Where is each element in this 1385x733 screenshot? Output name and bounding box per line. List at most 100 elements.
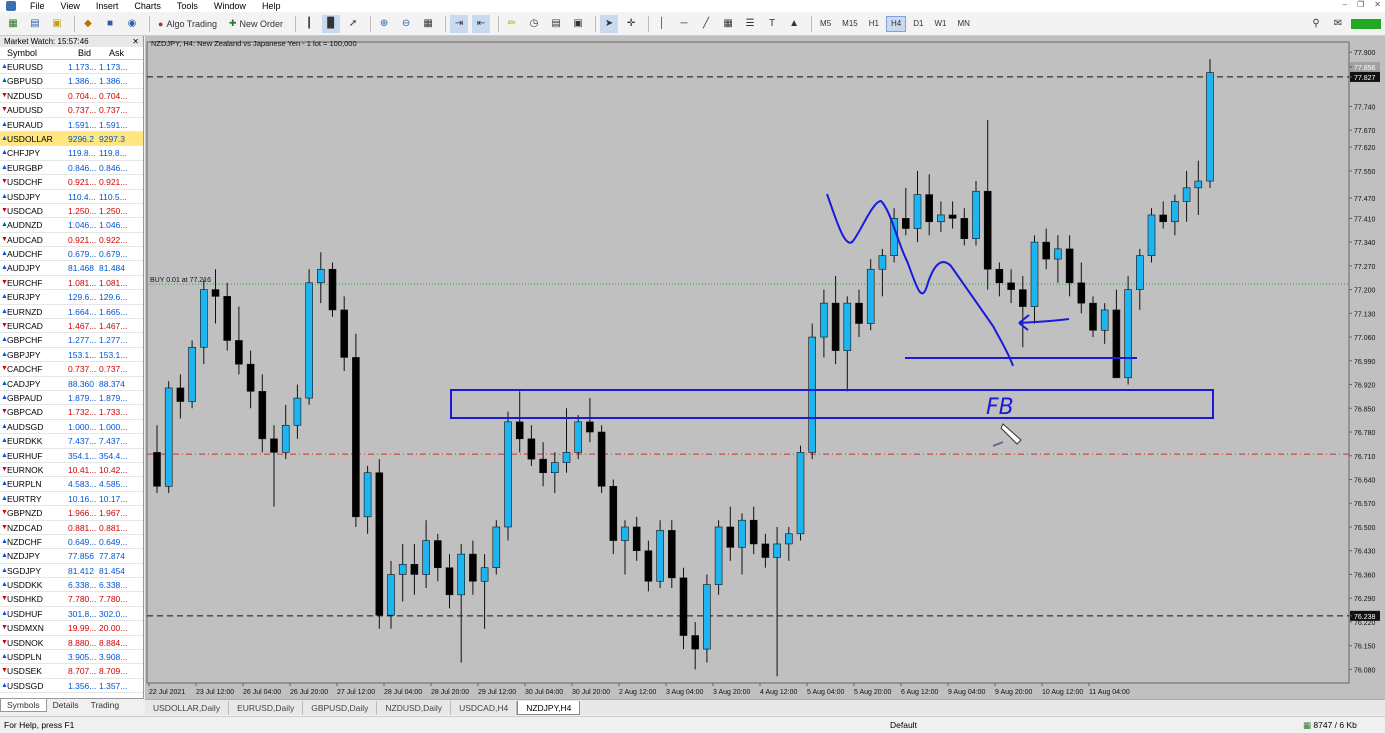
market-watch-row[interactable]: ▼ NZDCAD 0.881... 0.881... (0, 521, 143, 535)
restore-icon[interactable]: ❐ (1357, 0, 1364, 9)
market-watch-row[interactable]: ▲ GBPAUD 1.879... 1.879... (0, 391, 143, 406)
bar-chart-icon[interactable]: ┃ (300, 15, 318, 33)
tab-usdcad-h4[interactable]: USDCAD,H4 (451, 701, 518, 715)
market-watch-row[interactable]: ▲ EURPLN 4.583... 4.585... (0, 477, 143, 492)
templates-icon[interactable]: ▤ (547, 15, 565, 33)
market-watch-row[interactable]: ▲ GBPJPY 153.1... 153.1... (0, 348, 143, 363)
algo-trading-button[interactable]: ● Algo Trading (154, 15, 221, 33)
market-watch-row[interactable]: ▼ EURNOK 10.41... 10.42... (0, 463, 143, 478)
tab-gbpusd-daily[interactable]: GBPUSD,Daily (303, 701, 378, 715)
menu-help[interactable]: Help (254, 0, 289, 12)
market-watch-row[interactable]: ▲ USDDKK 6.338... 6.338... (0, 578, 143, 593)
menu-window[interactable]: Window (206, 0, 254, 12)
candlestick-icon[interactable]: ▉ (322, 14, 341, 33)
market-watch-row[interactable]: ▲ USDJPY 110.4... 110.5... (0, 190, 143, 204)
market-watch-row[interactable]: ▲ GBPUSD 1.386... 1.386... (0, 74, 143, 89)
timeframe-h1[interactable]: H1 (865, 16, 883, 32)
market-watch-row[interactable]: ▲ EURDKK 7.437... 7.437... (0, 434, 143, 449)
search-icon[interactable]: ⚲ (1307, 15, 1325, 33)
menu-view[interactable]: View (53, 0, 88, 12)
zoom-out-icon[interactable]: ⊖ (397, 15, 415, 33)
market-watch-row[interactable]: ▲ GBPCHF 1.277... 1.277... (0, 333, 143, 348)
tab-trading[interactable]: Trading (85, 699, 126, 712)
market-watch-row[interactable]: ▲ EURUSD 1.173... 1.173... (0, 60, 143, 75)
new-chart-icon[interactable]: ▦ (4, 15, 22, 33)
market-watch-row[interactable]: ▼ GBPCAD 1.732... 1.733... (0, 405, 143, 420)
market-watch-row[interactable]: ▲ NZDJPY 77.856 77.874 (0, 549, 143, 564)
market-watch-row[interactable]: ▼ GBPNZD 1.966... 1.967... (0, 506, 143, 521)
menu-insert[interactable]: Insert (88, 0, 127, 12)
market-watch-row[interactable]: ▼ CADCHF 0.737... 0.737... (0, 362, 143, 377)
fibonacci-icon[interactable]: ☰ (741, 15, 759, 33)
market-watch-row[interactable]: ▲ USDSGD 1.356... 1.357... (0, 679, 143, 694)
line-chart-icon[interactable]: ➚ (344, 15, 362, 33)
horizontal-line-icon[interactable]: ─ (675, 15, 693, 33)
periods-icon[interactable]: ◷ (525, 15, 543, 33)
chart-shift-icon[interactable]: ⇤ (472, 14, 491, 33)
timeframe-m15[interactable]: M15 (838, 16, 862, 32)
channel-icon[interactable]: ▦ (719, 15, 737, 33)
market-watch-row[interactable]: ▲ SGDJPY 81.412 81.454 (0, 564, 143, 579)
market-watch-icon[interactable]: ▣ (48, 15, 66, 33)
menu-charts[interactable]: Charts (126, 0, 169, 12)
market-watch-row[interactable]: ▲ CADJPY 88.360 88.374 (0, 377, 143, 391)
app-icon[interactable] (6, 1, 16, 11)
market-watch-row[interactable]: ▲ AUDJPY 81.468 81.484 (0, 261, 143, 276)
shapes-icon[interactable]: ▲ (785, 15, 803, 33)
timeframe-mn[interactable]: MN (953, 16, 973, 32)
tab-eurusd-daily[interactable]: EURUSD,Daily (229, 701, 304, 715)
market-watch-row[interactable]: ▲ USDOLLAR 9296.2 9297.3 (0, 131, 143, 147)
autoscroll-icon[interactable]: ⇥ (450, 14, 469, 33)
tab-nzdjpy-h4[interactable]: NZDJPY,H4 (517, 701, 581, 715)
market-watch-row[interactable]: ▼ USDHKD 7.780... 7.780... (0, 592, 143, 607)
timeframe-m5[interactable]: M5 (816, 16, 835, 32)
market-watch-row[interactable]: ▲ USDPLN 3.905... 3.908... (0, 650, 143, 665)
market-watch-row[interactable]: ▲ EURNZD 1.664... 1.665... (0, 305, 143, 320)
market-watch-row[interactable]: ▲ NZDCHF 0.649... 0.649... (0, 535, 143, 550)
menu-tools[interactable]: Tools (169, 0, 206, 12)
minimize-icon[interactable]: – (1343, 0, 1347, 9)
market-watch-row[interactable]: ▼ NZDUSD 0.704... 0.704... (0, 89, 143, 104)
new-order-button[interactable]: ✚ New Order (225, 15, 287, 33)
market-watch-row[interactable]: ▲ AUDNZD 1.046... 1.046... (0, 218, 143, 233)
signals-icon[interactable]: ◉ (123, 15, 141, 33)
market-watch-row[interactable]: ▼ USDNOK 8.880... 8.884... (0, 636, 143, 651)
market-watch-row[interactable]: ▲ USDHUF 301.8... 302.0... (0, 607, 143, 622)
close-icon[interactable]: ✕ (1374, 0, 1381, 9)
chart-window[interactable]: 77.900 77.856 77.827 77.740 77.670 77.620 77.5… (145, 36, 1385, 699)
trendline-icon[interactable]: ╱ (697, 15, 715, 33)
market-watch-row[interactable]: ▼ AUDUSD 0.737... 0.737... (0, 103, 143, 118)
market-watch-row[interactable]: ▼ USDCHF 0.921... 0.921... (0, 175, 143, 190)
market-watch-row[interactable]: ▲ AUDSGD 1.000... 1.000... (0, 420, 143, 435)
text-icon[interactable]: T (763, 15, 781, 33)
market-watch-row[interactable]: ▲ EURAUD 1.591... 1.591... (0, 118, 143, 132)
market-watch-row[interactable]: ▼ USDCAD 1.250... 1.250... (0, 204, 143, 219)
market-watch-row[interactable]: ▼ USDMXN 19.99... 20.00... (0, 621, 143, 636)
tile-windows-icon[interactable]: ▦ (419, 15, 437, 33)
market-watch-row[interactable]: ▲ CHFJPY 119.8... 119.8... (0, 146, 143, 161)
close-icon[interactable]: ✕ (132, 36, 139, 47)
market-watch-row[interactable]: ▼ AUDCAD 0.921... 0.922... (0, 233, 143, 248)
menu-file[interactable]: File (22, 0, 53, 12)
market-watch-row[interactable]: ▲ AUDCHF 0.679... 0.679... (0, 247, 143, 262)
column-header-symbol[interactable]: Symbol (0, 47, 66, 59)
tab-usdollar-daily[interactable]: USDOLLAR,Daily (145, 701, 230, 715)
chat-icon[interactable]: ✉ (1329, 15, 1347, 33)
data-window-icon[interactable]: ◆ (79, 15, 97, 33)
market-watch-row[interactable]: ▲ EURJPY 129.6... 129.6... (0, 290, 143, 305)
market-watch-row[interactable]: ▲ EURHUF 354.1... 354.4... (0, 449, 143, 463)
timeframe-w1[interactable]: W1 (930, 16, 950, 32)
vertical-line-icon[interactable]: │ (653, 15, 671, 33)
zoom-in-icon[interactable]: ⊕ (375, 15, 393, 33)
market-watch-row[interactable]: ▲ EURGBP 0.846... 0.846... (0, 161, 143, 176)
market-watch-row[interactable]: ▲ EURTRY 10.16... 10.17... (0, 492, 143, 507)
crosshair-icon[interactable]: ✛ (622, 15, 640, 33)
market-watch-row[interactable]: ▼ EURCAD 1.467... 1.467... (0, 319, 143, 334)
timeframe-d1[interactable]: D1 (909, 16, 927, 32)
column-header-bid[interactable]: Bid (66, 47, 97, 59)
timeframe-h4[interactable]: H4 (885, 15, 907, 32)
indicators-icon[interactable]: ✏ (503, 15, 521, 33)
tab-details[interactable]: Details (47, 699, 85, 712)
profiles-icon[interactable]: ▤ (26, 15, 44, 33)
cursor-icon[interactable]: ➤ (600, 14, 619, 33)
